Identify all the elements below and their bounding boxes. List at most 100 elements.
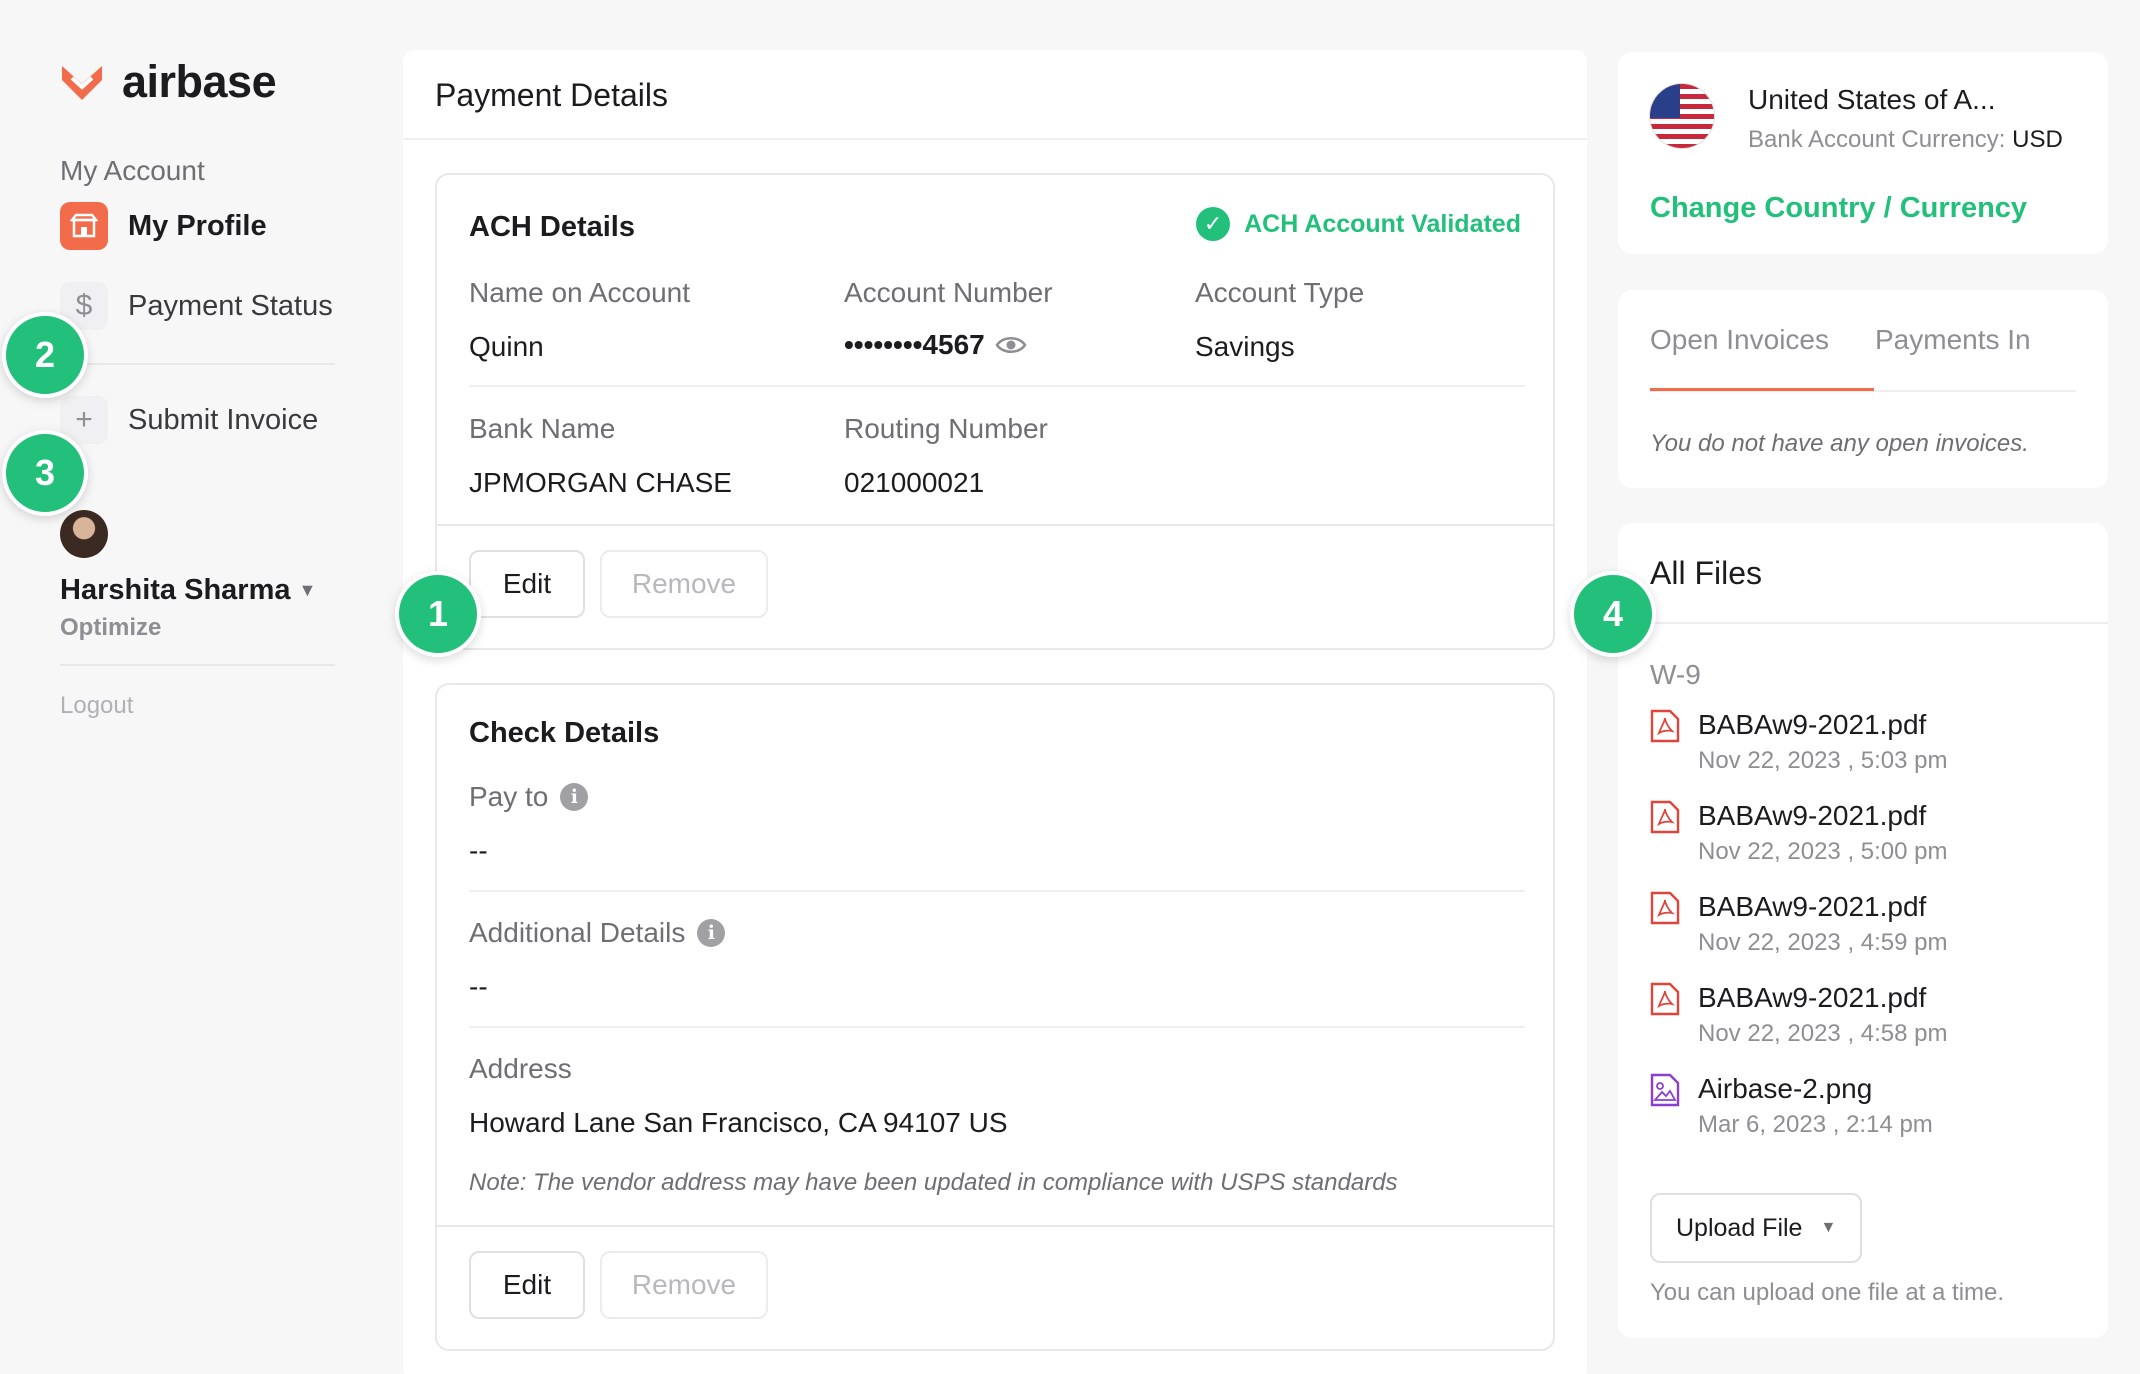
routing-number-value: 021000021	[844, 467, 985, 498]
country-card: United States of A... Bank Account Curre…	[1618, 52, 2108, 254]
field-divider	[469, 890, 1525, 892]
avatar[interactable]	[60, 510, 108, 558]
file-date: Nov 22, 2023 , 4:58 pm	[1698, 1020, 1948, 1047]
step-marker-1: 1	[395, 571, 481, 657]
additional-details-value: --	[469, 971, 488, 1002]
country-name: United States of A...	[1748, 84, 1996, 115]
pdf-file-icon	[1650, 982, 1680, 1016]
airbase-logo[interactable]: airbase	[58, 56, 277, 108]
page-title: Payment Details	[435, 77, 668, 113]
ach-details-title: ACH Details	[469, 211, 635, 243]
step-marker-4: 4	[1570, 571, 1656, 657]
payment-details-panel: Payment Details ACH Details ✓ ACH Accoun…	[403, 50, 1587, 1374]
file-date: Nov 22, 2023 , 4:59 pm	[1698, 929, 1948, 956]
address-note: Note: The vendor address may have been u…	[469, 1169, 1398, 1196]
file-date: Nov 22, 2023 , 5:00 pm	[1698, 838, 1948, 865]
name-on-account-value: Quinn	[469, 331, 544, 362]
active-tab-indicator	[1650, 388, 1874, 391]
pay-to-value: --	[469, 835, 488, 866]
upload-hint: You can upload one file at a time.	[1650, 1279, 2005, 1306]
step-marker-3: 3	[2, 430, 88, 516]
sidebar-item-payment-status[interactable]: $ Payment Status	[60, 282, 333, 330]
pdf-file-icon	[1650, 800, 1680, 834]
store-icon	[60, 202, 108, 250]
user-name: Harshita Sharma	[60, 574, 291, 606]
sidebar-item-label: Payment Status	[128, 289, 333, 322]
sidebar-item-label: My Profile	[128, 209, 267, 242]
sidebar-item-label: Submit Invoice	[128, 403, 319, 436]
ach-details-card: ACH Details ✓ ACH Account Validated Name…	[435, 173, 1555, 650]
check-details-card: Check Details Pay to i -- Additional Det…	[435, 683, 1555, 1351]
account-number-value: ••••••••4567	[844, 329, 985, 360]
additional-details-label: Additional Details i	[469, 917, 726, 949]
currency-value: USD	[2012, 126, 2063, 153]
check-details-title: Check Details	[469, 717, 660, 749]
caret-down-icon: ▼	[298, 580, 317, 600]
change-country-currency-link[interactable]: Change Country / Currency	[1650, 192, 2027, 225]
account-number-label: Account Number	[844, 277, 1053, 308]
file-group-label: W-9	[1650, 659, 1701, 690]
field-divider	[469, 385, 1525, 387]
header-divider	[403, 138, 1587, 140]
check-edit-button[interactable]: Edit	[469, 1251, 585, 1319]
tab-payments-in[interactable]: Payments In	[1875, 324, 2031, 356]
brand-name: airbase	[122, 56, 277, 107]
page: airbase My Account My Profile $ Payment …	[0, 0, 2140, 1374]
file-name: Airbase-2.png	[1698, 1073, 1873, 1104]
file-date: Nov 22, 2023 , 5:03 pm	[1698, 747, 1948, 774]
card-footer-divider	[437, 1225, 1553, 1227]
pdf-file-icon	[1650, 891, 1680, 925]
check-circle-icon: ✓	[1196, 207, 1231, 241]
account-number-field: ••••••••4567	[844, 329, 1027, 361]
file-name: BABAw9-2021.pdf	[1698, 709, 1927, 740]
account-type-value: Savings	[1195, 331, 1295, 362]
account-type-label: Account Type	[1195, 277, 1365, 308]
section-label-my-account: My Account	[60, 155, 205, 186]
step-marker-2: 2	[2, 312, 88, 398]
bank-name-label: Bank Name	[469, 413, 616, 444]
field-divider	[469, 1026, 1525, 1028]
tab-open-invoices[interactable]: Open Invoices	[1650, 324, 1829, 356]
info-icon[interactable]: i	[560, 783, 589, 811]
currency-line: Bank Account Currency: USD	[1748, 126, 2063, 154]
empty-invoices-message: You do not have any open invoices.	[1650, 430, 2029, 457]
routing-number-label: Routing Number	[844, 413, 1048, 444]
additional-details-label-text: Additional Details	[469, 917, 686, 948]
file-name: BABAw9-2021.pdf	[1698, 800, 1927, 831]
ach-edit-button[interactable]: Edit	[469, 550, 585, 618]
address-value: Howard Lane San Francisco, CA 94107 US	[469, 1107, 1008, 1138]
us-flag-icon	[1650, 84, 1714, 148]
info-icon[interactable]: i	[697, 919, 726, 947]
logout-link[interactable]: Logout	[60, 692, 133, 720]
sidebar-divider	[60, 363, 335, 365]
files-header-divider	[1618, 622, 2108, 624]
pay-to-label-text: Pay to	[469, 781, 549, 812]
sidebar-item-my-profile[interactable]: My Profile	[60, 202, 267, 250]
address-label: Address	[469, 1053, 572, 1084]
ach-remove-button[interactable]: Remove	[600, 550, 768, 618]
caret-down-icon: ▼	[1820, 1219, 1837, 1236]
sidebar: airbase My Account My Profile $ Payment …	[0, 0, 380, 1374]
ach-validated-badge: ✓ ACH Account Validated	[1196, 207, 1521, 241]
user-menu[interactable]: Harshita Sharma ▼	[60, 574, 316, 607]
sidebar-divider	[60, 664, 335, 666]
currency-label: Bank Account Currency:	[1748, 126, 2006, 153]
company-name: Optimize	[60, 614, 162, 641]
file-date: Mar 6, 2023 , 2:14 pm	[1698, 1111, 1933, 1138]
ach-status-text: ACH Account Validated	[1244, 209, 1521, 238]
name-on-account-label: Name on Account	[469, 277, 691, 308]
pdf-file-icon	[1650, 709, 1680, 743]
airbase-logo-icon	[62, 66, 102, 100]
bank-name-value: JPMORGAN CHASE	[469, 467, 732, 498]
card-footer-divider	[437, 524, 1553, 526]
invoices-card: Open Invoices Payments In You do not hav…	[1618, 290, 2108, 488]
sidebar-item-submit-invoice[interactable]: + Submit Invoice	[60, 396, 318, 444]
pay-to-label: Pay to i	[469, 781, 589, 813]
image-file-icon	[1650, 1073, 1680, 1107]
upload-file-label: Upload File	[1676, 1213, 1803, 1242]
eye-icon[interactable]	[995, 334, 1027, 356]
file-name: BABAw9-2021.pdf	[1698, 982, 1927, 1013]
upload-file-button[interactable]: Upload File ▼	[1650, 1193, 1863, 1263]
check-remove-button[interactable]: Remove	[600, 1251, 768, 1319]
file-name: BABAw9-2021.pdf	[1698, 891, 1927, 922]
